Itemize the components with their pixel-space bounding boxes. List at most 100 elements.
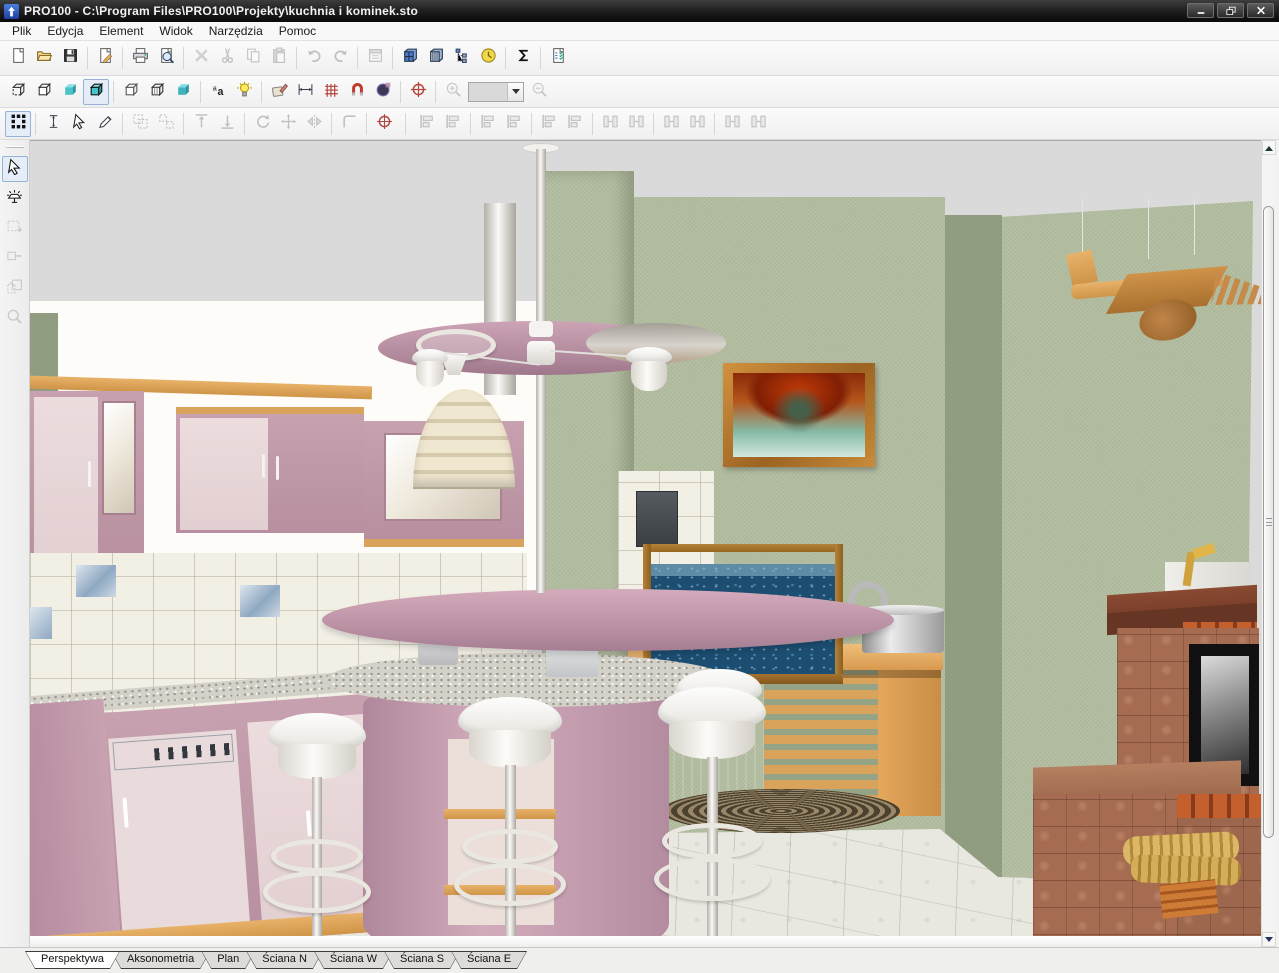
project-structure-button[interactable] (449, 45, 475, 71)
scrollbar-thumb[interactable] (1263, 206, 1274, 838)
calculation-button[interactable] (510, 45, 536, 71)
menu-edycja[interactable]: Edycja (39, 22, 91, 40)
print-button[interactable] (127, 45, 153, 71)
toolbar-separator (392, 47, 393, 69)
new-project-button[interactable] (5, 45, 31, 71)
pointer-edit-button[interactable] (66, 111, 92, 137)
copy-button (240, 45, 266, 71)
tab-sciana-n[interactable]: Ściana N (246, 951, 323, 969)
paste-button (266, 45, 292, 71)
fireplace[interactable] (1065, 556, 1261, 936)
wall-picture[interactable] (723, 363, 875, 467)
toolbar-separator (200, 81, 201, 103)
snap-magnet-button[interactable] (344, 79, 370, 105)
upper-cabinet-mid[interactable] (176, 407, 364, 533)
open-project-button[interactable] (31, 45, 57, 71)
select-tool-button[interactable] (2, 156, 28, 182)
move-element-tool-icon (6, 248, 23, 270)
menu-pomoc[interactable]: Pomoc (271, 22, 324, 40)
bar-stool[interactable] (268, 713, 366, 936)
dimension-tool-button[interactable] (40, 111, 66, 137)
project-properties-button[interactable] (92, 45, 118, 71)
toy-airplane[interactable] (1065, 236, 1261, 348)
tab-perspektywa[interactable]: Perspektywa (25, 951, 120, 969)
tab-aksonometria[interactable]: Aksonometria (111, 951, 210, 969)
center-view-button[interactable] (405, 79, 431, 105)
menu-element[interactable]: Element (91, 22, 151, 40)
view-outline-icon (36, 81, 53, 103)
zoom-tool-icon (6, 308, 23, 330)
print-preview-button[interactable] (153, 45, 179, 71)
minimize-button[interactable] (1187, 3, 1214, 18)
dimension-tool-icon (45, 113, 62, 135)
menu-plik[interactable]: Plik (4, 22, 39, 40)
restore-button[interactable] (1217, 3, 1244, 18)
dimensions-button[interactable] (292, 79, 318, 105)
viewport-3d[interactable] (30, 141, 1261, 936)
menu-bar: PlikEdycjaElementWidokNarzędziaPomoc (0, 22, 1279, 41)
view-skeleton-button[interactable] (5, 79, 31, 105)
close-button[interactable] (1247, 3, 1274, 18)
snap-3d-icon (375, 81, 392, 103)
bar-stool[interactable] (658, 687, 766, 936)
snap-3d-button[interactable] (370, 79, 396, 105)
scroll-down-button[interactable] (1262, 932, 1276, 947)
align-top-icon (480, 113, 497, 135)
restore-icon (1226, 6, 1236, 15)
align-left-icon (419, 113, 436, 135)
view-outline-button[interactable] (31, 79, 57, 105)
specification-button[interactable] (545, 45, 571, 71)
zoom-combo[interactable] (468, 82, 524, 102)
scene-vent-panel[interactable] (636, 491, 678, 547)
tab-sciana-w[interactable]: Ściana W (314, 951, 393, 969)
menu-widok[interactable]: Widok (151, 22, 200, 40)
save-project-icon (62, 47, 79, 69)
menu-narzedzia[interactable]: Narzędzia (201, 22, 271, 40)
open-project-icon (36, 47, 53, 69)
bar-stool[interactable] (458, 697, 562, 936)
price-list-button[interactable] (475, 45, 501, 71)
distribute-left-icon (602, 113, 619, 135)
print-preview-icon (158, 47, 175, 69)
furniture-catalog-button[interactable] (397, 45, 423, 71)
firebox-glass (1201, 656, 1249, 774)
tab-sciana-e[interactable]: Ściana E (451, 951, 527, 969)
center-vertical-button (562, 111, 588, 137)
zoom-combo-arrow[interactable] (507, 83, 523, 101)
light-tool-button[interactable] (2, 186, 28, 212)
title-bar[interactable]: PRO100 - C:\Program Files\PRO100\Projekt… (0, 0, 1279, 22)
view-draft-edges-button[interactable] (144, 79, 170, 105)
view-colors-button[interactable] (57, 79, 83, 105)
tab-sciana-s[interactable]: Ściana S (384, 951, 460, 969)
table-slats (764, 670, 878, 804)
scroll-up-button[interactable] (1262, 140, 1276, 155)
zoom-tool-button (2, 306, 28, 332)
paste-icon (271, 47, 288, 69)
bend-icon (341, 113, 358, 135)
upper-cabinet-tall[interactable] (30, 391, 144, 573)
light-tool-icon (6, 188, 23, 210)
vertical-scrollbar[interactable] (1261, 140, 1275, 947)
view-draft-button[interactable] (118, 79, 144, 105)
view-skeleton-icon (10, 81, 27, 103)
undo-icon (306, 47, 323, 69)
sidebar-grip[interactable] (6, 146, 24, 148)
bar-top-oval[interactable] (322, 589, 894, 651)
lighting-button[interactable] (231, 79, 257, 105)
view-colors-edges-button[interactable] (83, 79, 109, 105)
dimensions-icon (297, 81, 314, 103)
materials-catalog-button[interactable] (423, 45, 449, 71)
target-center-button[interactable] (371, 111, 397, 137)
view-textures-button[interactable] (170, 79, 196, 105)
move-element-tool-button (2, 246, 28, 272)
redo-button (327, 45, 353, 71)
draw-contour-button[interactable] (92, 111, 118, 137)
material-textures-button[interactable] (266, 79, 292, 105)
toolbar-separator (183, 113, 184, 135)
toolbar-separator (122, 47, 123, 69)
selection-handles-button[interactable] (5, 111, 31, 137)
save-project-button[interactable] (57, 45, 83, 71)
text-labels-button[interactable]: aa (205, 79, 231, 105)
grid-button[interactable] (318, 79, 344, 105)
align-bottom-icon (506, 113, 523, 135)
